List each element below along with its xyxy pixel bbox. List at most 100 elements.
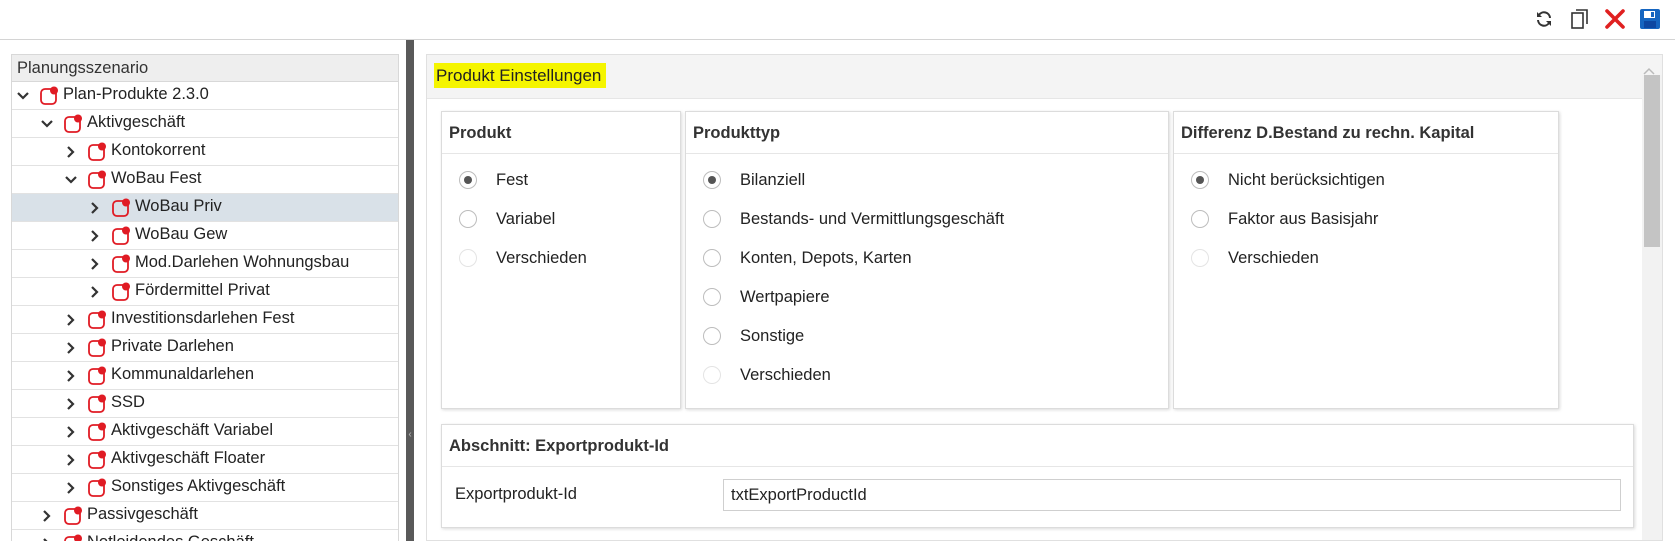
radio-option[interactable]: Verschieden [459,246,587,270]
tree-item[interactable]: Investitionsdarlehen Fest [12,306,398,334]
product-node-icon [64,114,82,133]
tree-item[interactable]: Aktivgeschäft [12,110,398,138]
tree-item[interactable]: WoBau Fest [12,166,398,194]
tree-item[interactable]: Passivgeschäft [12,502,398,530]
tree-panel: Planungsszenario Plan-Produkte 2.3.0 Akti… [11,54,399,541]
tree-item[interactable]: Aktivgeschäft Variabel [12,418,398,446]
radio-button[interactable] [459,249,477,267]
product-node-icon [64,534,82,541]
product-node-icon [112,254,130,273]
tree-item[interactable]: WoBau Priv [12,194,398,222]
chevron-right-icon[interactable] [63,452,79,468]
radio-option[interactable]: Fest [459,168,528,192]
export-section: Abschnitt: Exportprodukt-Id Exportproduk… [441,424,1634,528]
scrollbar-thumb[interactable] [1644,75,1660,247]
product-node-icon [88,310,106,329]
tree-item[interactable]: Notleidendes Geschäft [12,530,398,541]
tree-item[interactable]: Mod.Darlehen Wohnungsbau [12,250,398,278]
radio-button[interactable] [1191,249,1209,267]
radio-button[interactable] [703,171,721,189]
copy-button[interactable] [1565,4,1595,34]
radio-button[interactable] [459,210,477,228]
radio-label: Bestands- und Vermittlungsgeschäft [740,209,1005,228]
radio-label: Verschieden [1228,248,1319,267]
splitter[interactable]: ‹ [406,40,414,541]
radio-button[interactable] [1191,210,1209,228]
tree-item[interactable]: Sonstiges Aktivgeschäft [12,474,398,502]
save-button[interactable] [1635,4,1665,34]
tree-item[interactable]: SSD [12,390,398,418]
radio-button[interactable] [703,249,721,267]
chevron-right-icon[interactable] [39,508,55,524]
radio-option[interactable]: Verschieden [1191,246,1319,270]
chevron-right-icon[interactable] [63,424,79,440]
radio-option[interactable]: Wertpapiere [703,285,830,309]
toolbar [0,0,1675,40]
close-icon [1605,9,1625,29]
tree-item[interactable]: Private Darlehen [12,334,398,362]
product-node-icon [88,338,106,357]
chevron-down-icon[interactable] [15,88,31,104]
radio-label: Verschieden [496,248,587,267]
radio-option[interactable]: Bestands- und Vermittlungsgeschäft [703,207,1004,231]
radio-label: Variabel [496,209,556,228]
scrollbar[interactable] [1642,75,1662,540]
radio-option[interactable]: Verschieden [703,363,831,387]
tree-item[interactable]: Kontokorrent [12,138,398,166]
tree-item[interactable]: Kommunaldarlehen [12,362,398,390]
chevron-right-icon[interactable] [39,536,55,541]
product-node-icon [88,142,106,161]
chevron-right-icon[interactable] [87,200,103,216]
radio-label: Wertpapiere [740,287,830,306]
close-button[interactable] [1600,4,1630,34]
card-title: Differenz D.Bestand zu rechn. Kapital [1174,112,1558,154]
radio-option[interactable]: Konten, Depots, Karten [703,246,912,270]
chevron-right-icon[interactable] [63,340,79,356]
radio-label: Fest [496,170,529,189]
tree-item-label: Plan-Produkte 2.3.0 [63,85,209,103]
radio-option[interactable]: Faktor aus Basisjahr [1191,207,1378,231]
chevron-right-icon[interactable] [63,396,79,412]
radio-button[interactable] [703,210,721,228]
tree-item[interactable]: Fördermittel Privat [12,278,398,306]
refresh-button[interactable] [1529,4,1559,34]
tree-item-label: Aktivgeschäft Floater [111,449,266,467]
chevron-right-icon[interactable] [63,480,79,496]
radio-option[interactable]: Sonstige [703,324,804,348]
radio-label: Bilanziell [740,170,806,189]
save-icon [1640,9,1660,29]
tree-item[interactable]: Plan-Produkte 2.3.0 [12,82,398,110]
chevron-right-icon[interactable] [87,256,103,272]
radio-option[interactable]: Variabel [459,207,555,231]
radio-button[interactable] [703,327,721,345]
tree-item-label: Private Darlehen [111,337,234,355]
radio-label: Konten, Depots, Karten [740,248,912,267]
card-title: Produkttyp [686,112,1168,154]
radio-button[interactable] [1191,171,1209,189]
tree-item[interactable]: Aktivgeschäft Floater [12,446,398,474]
radio-button[interactable] [703,288,721,306]
tree-item-label: Mod.Darlehen Wohnungsbau [135,253,350,271]
section-header[interactable]: Produkt Einstellungen [427,55,1662,99]
card-differenz: Differenz D.Bestand zu rechn. Kapital Ni… [1173,111,1559,409]
radio-option[interactable]: Nicht berücksichtigen [1191,168,1385,192]
product-node-icon [88,478,106,497]
card-produkttyp: Produkttyp Bilanziell Bestands- und Vermi… [685,111,1169,409]
chevron-right-icon[interactable] [87,228,103,244]
chevron-right-icon[interactable] [63,368,79,384]
product-node-icon [88,394,106,413]
chevron-right-icon[interactable] [87,284,103,300]
radio-label: Sonstige [740,326,805,345]
radio-button[interactable] [703,366,721,384]
chevron-down-icon[interactable] [63,172,79,188]
export-id-input[interactable] [723,479,1621,511]
radio-button[interactable] [459,171,477,189]
radio-option[interactable]: Bilanziell [703,168,805,192]
tree-header: Planungsszenario [12,55,398,82]
chevron-right-icon[interactable] [63,144,79,160]
tree-item[interactable]: WoBau Gew [12,222,398,250]
chevron-right-icon[interactable] [63,312,79,328]
chevron-down-icon[interactable] [39,116,55,132]
tree-item-label: Aktivgeschäft [87,113,186,131]
tree-item-label: WoBau Fest [111,169,202,187]
